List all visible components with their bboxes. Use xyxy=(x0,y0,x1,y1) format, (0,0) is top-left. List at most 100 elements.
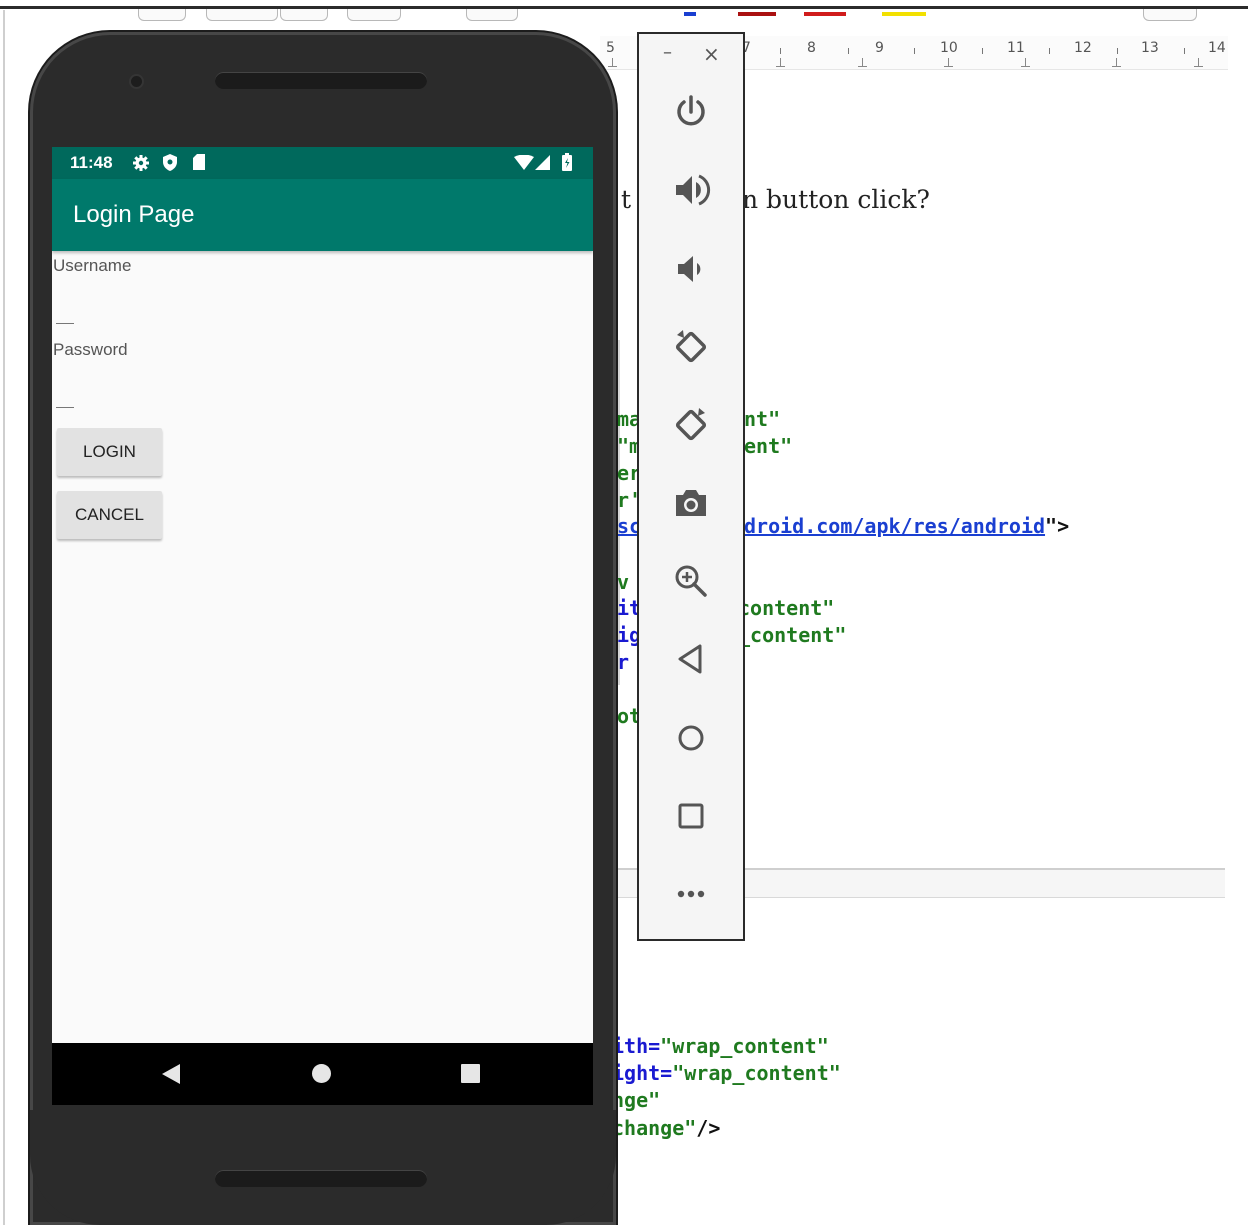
back-icon xyxy=(678,644,702,674)
code-attr: ith= xyxy=(612,1034,661,1058)
tab-stop-marker[interactable] xyxy=(776,58,785,67)
ruler-number: 10 xyxy=(940,40,958,56)
app-bar: Login Page xyxy=(52,179,593,251)
code-value: change" xyxy=(612,1116,697,1140)
sd-card-icon xyxy=(193,154,205,170)
tab-stop-marker[interactable] xyxy=(944,58,953,67)
username-input[interactable] xyxy=(56,298,74,324)
ruler-tick xyxy=(848,48,849,54)
power-icon xyxy=(677,95,705,126)
toolbar-button-stub[interactable] xyxy=(280,9,328,21)
more-icon xyxy=(677,890,705,898)
close-button[interactable]: × xyxy=(703,42,720,66)
battery-icon xyxy=(562,153,572,171)
tab-stop-marker[interactable] xyxy=(1112,58,1121,67)
signal-icon xyxy=(535,155,550,170)
overview-icon xyxy=(678,803,704,829)
rotate-left-button[interactable] xyxy=(661,317,721,377)
nav-home-icon[interactable] xyxy=(312,1064,331,1083)
back-button[interactable] xyxy=(661,629,721,689)
front-camera xyxy=(131,76,142,87)
tab-stop-marker[interactable] xyxy=(1021,58,1030,67)
ruler-tick xyxy=(914,48,915,54)
code-value: "wrap_content" xyxy=(660,1034,829,1058)
red-swatch[interactable] xyxy=(804,12,846,16)
username-label: Username xyxy=(53,256,132,275)
code-fragment: "> xyxy=(1045,514,1070,538)
volume-down-icon xyxy=(678,256,701,282)
tab-stop-marker[interactable] xyxy=(1194,58,1203,67)
camera-icon xyxy=(676,490,706,516)
ruler-tick xyxy=(780,48,781,54)
toolbar-button-stub[interactable] xyxy=(347,9,401,21)
zoom-icon xyxy=(675,565,707,597)
ruler-number: 11 xyxy=(1007,40,1025,56)
rotate-right-button[interactable] xyxy=(661,395,721,455)
namespace-link[interactable]: droid.com/apk/res/android xyxy=(744,514,1045,538)
highlight-swatch[interactable] xyxy=(738,12,776,16)
tab-stop-marker[interactable] xyxy=(608,58,617,67)
shield-icon xyxy=(163,154,177,171)
emulator-window-controls: – × xyxy=(639,42,743,72)
power-button[interactable] xyxy=(661,82,721,142)
volume-up-icon xyxy=(676,174,711,206)
code-fragment: /> xyxy=(696,1116,721,1140)
yellow-swatch[interactable] xyxy=(882,12,926,16)
login-button[interactable]: LOGIN xyxy=(57,428,162,476)
code-fragment: v xyxy=(617,570,630,594)
code-fragment: r xyxy=(617,650,630,674)
code-value: nge" xyxy=(612,1088,661,1112)
code-fragment: ent" xyxy=(744,434,793,458)
code-fragment: _content" xyxy=(738,623,847,647)
screenshot-button[interactable] xyxy=(661,473,721,533)
zoom-button[interactable] xyxy=(661,551,721,611)
home-button[interactable] xyxy=(661,708,721,768)
earpiece-speaker xyxy=(215,72,427,89)
question-text-fragment: t xyxy=(621,185,632,214)
phone-chin xyxy=(30,1110,616,1225)
window-top-border xyxy=(0,6,1248,9)
more-button[interactable] xyxy=(661,864,721,924)
bottom-speaker xyxy=(215,1170,427,1187)
tab-stop-marker[interactable] xyxy=(858,58,867,67)
password-input[interactable] xyxy=(56,382,74,408)
password-label: Password xyxy=(53,340,128,359)
settings-icon xyxy=(133,155,149,171)
nav-recents-icon[interactable] xyxy=(461,1064,480,1083)
code-attr: ight= xyxy=(612,1061,673,1085)
volume-down-button[interactable] xyxy=(661,239,721,299)
nav-back-icon[interactable] xyxy=(161,1063,181,1085)
emulator-toolbar: – × xyxy=(637,32,745,941)
home-icon xyxy=(678,725,704,751)
rotate-right-icon xyxy=(675,408,707,441)
status-time: 11:48 xyxy=(70,153,113,172)
phone-screen: 11:48 Login Page Username Password LOGIN… xyxy=(52,147,593,1105)
ruler-number: 8 xyxy=(807,40,816,56)
toolbar-button-stub[interactable] xyxy=(138,9,186,21)
wifi-icon xyxy=(514,155,534,170)
app-title: Login Page xyxy=(73,201,195,228)
code-value: "wrap_content" xyxy=(672,1061,841,1085)
toolbar-button-stub[interactable] xyxy=(1143,9,1197,21)
ruler-tick xyxy=(1049,48,1050,54)
ruler-tick xyxy=(1184,48,1185,54)
ruler-number: 14 xyxy=(1208,40,1226,56)
window-left-border xyxy=(3,10,5,1225)
ruler-tick xyxy=(982,48,983,54)
overview-button[interactable] xyxy=(661,786,721,846)
minimize-button[interactable]: – xyxy=(663,42,672,63)
ruler-number: 5 xyxy=(606,40,615,56)
ruler-tick xyxy=(1117,48,1118,54)
volume-up-button[interactable] xyxy=(661,160,721,220)
status-bar: 11:48 xyxy=(52,147,593,179)
ruler-number: 9 xyxy=(875,40,884,56)
android-nav-bar xyxy=(52,1043,593,1105)
code-fragment: content" xyxy=(738,596,835,620)
cancel-button[interactable]: CANCEL xyxy=(57,491,162,539)
font-color-swatch[interactable] xyxy=(684,12,696,16)
ruler-number: 13 xyxy=(1141,40,1159,56)
toolbar-button-stub[interactable] xyxy=(206,9,278,21)
rotate-left-icon xyxy=(675,330,707,363)
ruler-number: 12 xyxy=(1074,40,1092,56)
toolbar-button-stub[interactable] xyxy=(466,9,518,21)
